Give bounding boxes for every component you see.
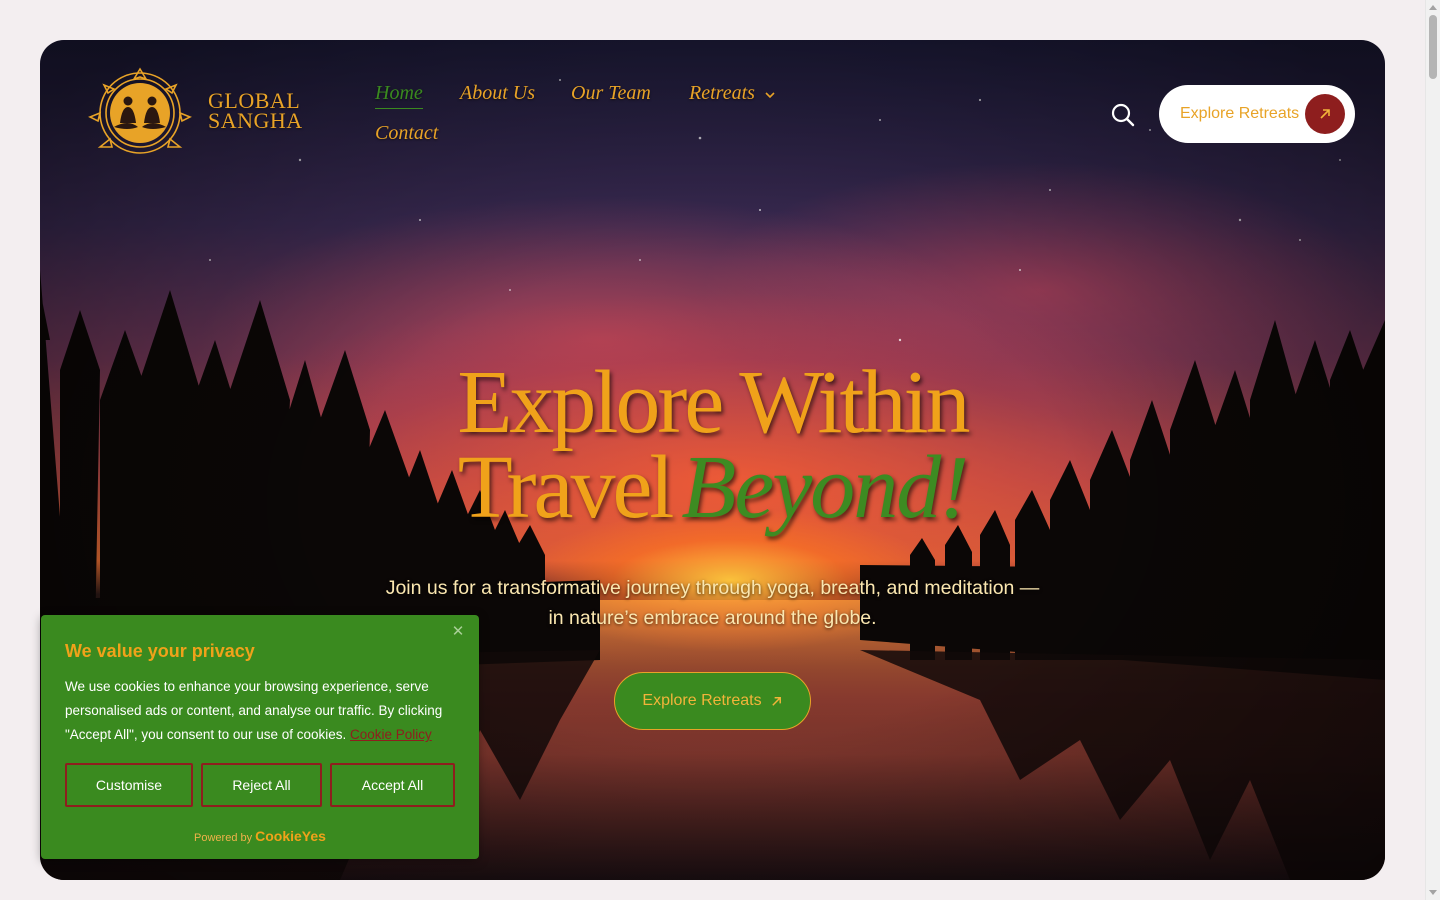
accept-all-button[interactable]: Accept All — [330, 763, 455, 807]
hero-subtext: Join us for a transformative journey thr… — [385, 577, 1040, 629]
cookie-powered-by: Powered by CookieYes — [41, 828, 479, 844]
cookie-consent-banner: ✕ We value your privacy We use cookies t… — [41, 615, 479, 859]
arrow-up-right-icon — [771, 696, 781, 706]
close-icon[interactable]: ✕ — [451, 624, 465, 639]
hero-explore-retreats-button[interactable]: Explore Retreats — [614, 672, 811, 730]
powered-by-label: Powered by — [194, 832, 253, 844]
site-logo[interactable]: GLOBAL SANGHA — [80, 65, 303, 157]
search-icon — [1111, 103, 1135, 127]
nav-item-our-team[interactable]: Our Team — [571, 82, 651, 105]
sangha-logo-icon — [88, 67, 192, 154]
cookie-buttons: Customise Reject All Accept All — [65, 763, 455, 807]
customise-button[interactable]: Customise — [65, 763, 193, 807]
hero-cta-label: Explore Retreats — [642, 692, 762, 709]
hero-headline-travel: Travel — [457, 438, 675, 537]
cookie-body: We use cookies to enhance your browsing … — [65, 675, 457, 747]
chevron-down-icon — [765, 92, 775, 98]
scrollbar-thumb[interactable] — [1429, 15, 1437, 79]
arrow-up-right-icon — [1305, 94, 1345, 134]
hero-headline-line-1: Explore Within — [457, 353, 970, 452]
logo-line-2: SANGHA — [208, 108, 303, 133]
search-button[interactable] — [1110, 102, 1136, 128]
hero-headline-beyond: Beyond! — [681, 438, 969, 537]
nav-item-about-us[interactable]: About Us — [460, 82, 535, 105]
reject-all-button[interactable]: Reject All — [201, 763, 322, 807]
scroll-up-icon[interactable] — [1429, 5, 1437, 10]
header-explore-retreats-button[interactable]: Explore Retreats — [1159, 85, 1355, 143]
scroll-down-icon[interactable] — [1429, 890, 1437, 895]
page-scrollbar[interactable] — [1425, 0, 1440, 900]
cookie-policy-link[interactable]: Cookie Policy — [350, 727, 432, 742]
nav-item-retreats[interactable]: Retreats — [689, 82, 755, 104]
cookieyes-logo[interactable]: CookieYes — [255, 828, 326, 844]
nav-item-contact[interactable]: Contact — [375, 122, 438, 145]
header-cta-label: Explore Retreats — [1180, 105, 1300, 122]
nav-item-retreats-wrap[interactable]: Retreats — [689, 82, 775, 105]
logo-wordmark: GLOBAL SANGHA — [208, 90, 303, 133]
hero-headline-line-2: Travel Beyond! — [40, 440, 1385, 536]
cookie-title: We value your privacy — [65, 641, 255, 661]
nav-item-home[interactable]: Home — [375, 82, 423, 109]
